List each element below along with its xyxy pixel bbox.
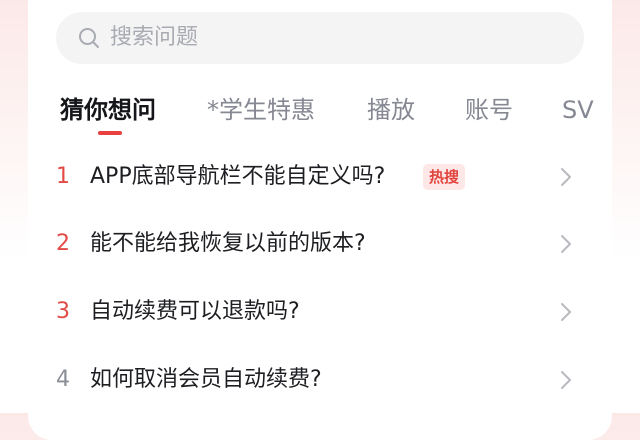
tab-student-offer[interactable]: *学生特惠 [207, 96, 315, 124]
hot-badge: 热搜 [423, 164, 466, 190]
category-tabs: 猜你想问 *学生特惠 播放 账号 SV [0, 88, 640, 136]
question-text: 自动续费可以退款吗? [90, 299, 300, 324]
search-icon [79, 28, 99, 48]
question-text: 能不能给我恢复以前的版本? [90, 231, 366, 256]
active-tab-indicator [98, 131, 122, 135]
tab-guess[interactable]: 猜你想问 [60, 96, 156, 124]
search-bar[interactable]: 搜索问题 [56, 12, 584, 64]
question-item[interactable]: 3 自动续费可以退款吗? [0, 290, 640, 334]
tab-sv[interactable]: SV [562, 96, 594, 124]
tab-playback[interactable]: 播放 [367, 96, 415, 124]
question-item[interactable]: 2 能不能给我恢复以前的版本? [0, 222, 640, 266]
question-item[interactable]: 1 APP底部导航栏不能自定义吗? 热搜 [0, 155, 640, 199]
chevron-right-icon [561, 371, 571, 389]
chevron-right-icon [561, 303, 571, 321]
question-text: 如何取消会员自动续费? [90, 367, 322, 392]
question-rank: 3 [56, 299, 70, 324]
chevron-right-icon [561, 235, 571, 253]
question-rank: 4 [56, 367, 70, 392]
search-placeholder: 搜索问题 [110, 25, 199, 50]
chevron-right-icon [561, 168, 571, 186]
tab-account[interactable]: 账号 [465, 96, 513, 124]
question-rank: 1 [56, 164, 70, 189]
question-rank: 2 [56, 231, 70, 256]
question-item[interactable]: 4 如何取消会员自动续费? [0, 358, 640, 402]
question-text: APP底部导航栏不能自定义吗? [90, 164, 386, 189]
